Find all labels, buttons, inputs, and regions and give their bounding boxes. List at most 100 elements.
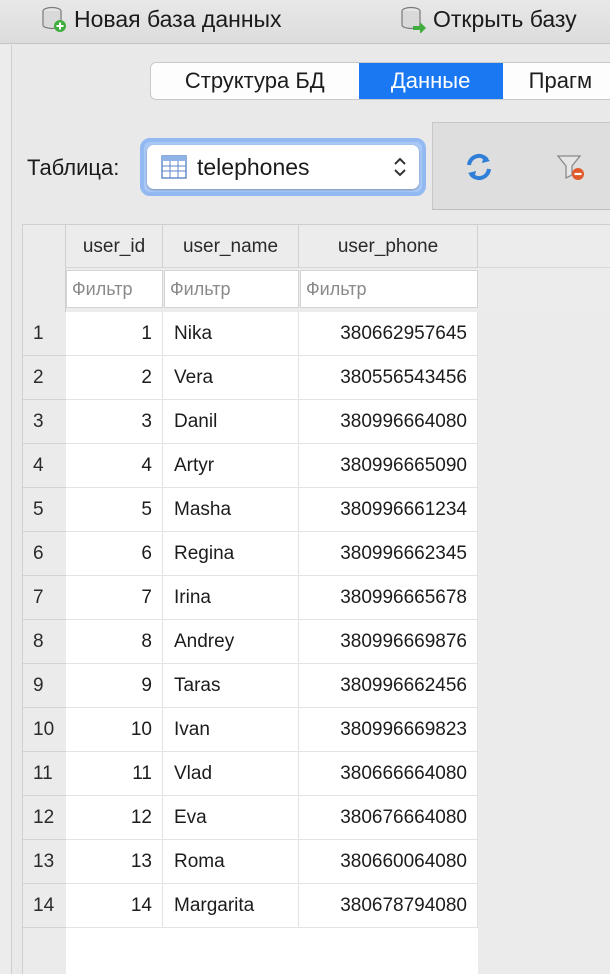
selected-table-name: telephones [197, 153, 310, 180]
open-database-button[interactable]: Открыть базу [399, 4, 577, 34]
row-number[interactable]: 8 [23, 620, 66, 664]
cell-user-phone[interactable]: 380996665678 [299, 576, 478, 620]
table-row[interactable]: 7 Irina 380996665678 [66, 576, 478, 620]
column-header-user-id[interactable]: user_id [66, 225, 163, 268]
row-number[interactable]: 10 [23, 708, 66, 752]
cell-user-name[interactable]: Nika [163, 312, 299, 356]
row-number[interactable]: 12 [23, 796, 66, 840]
cell-user-name[interactable]: Taras [163, 664, 299, 708]
row-number[interactable]: 4 [23, 444, 66, 488]
table-row[interactable]: 6 Regina 380996662345 [66, 532, 478, 576]
cell-user-phone[interactable]: 380676664080 [299, 796, 478, 840]
table-row[interactable]: 4 Artyr 380996665090 [66, 444, 478, 488]
cell-user-phone[interactable]: 380662957645 [299, 312, 478, 356]
cell-user-phone[interactable]: 380666664080 [299, 752, 478, 796]
cell-user-id[interactable]: 8 [66, 620, 163, 664]
table-row[interactable]: 13 Roma 380660064080 [66, 840, 478, 884]
cell-user-name[interactable]: Danil [163, 400, 299, 444]
cell-user-phone[interactable]: 380996669823 [299, 708, 478, 752]
row-number[interactable]: 9 [23, 664, 66, 708]
table-row[interactable]: 11 Vlad 380666664080 [66, 752, 478, 796]
column-header-user-name[interactable]: user_name [163, 225, 299, 268]
cell-user-name[interactable]: Irina [163, 576, 299, 620]
cell-user-name[interactable]: Vlad [163, 752, 299, 796]
row-number[interactable]: 14 [23, 884, 66, 928]
open-database-label: Открыть базу [433, 5, 577, 32]
cell-user-id[interactable]: 5 [66, 488, 163, 532]
table-actions-panel [432, 122, 610, 210]
refresh-icon[interactable] [463, 151, 495, 183]
cell-user-name[interactable]: Ivan [163, 708, 299, 752]
cell-user-phone[interactable]: 380996669876 [299, 620, 478, 664]
new-database-button[interactable]: Новая база данных [40, 4, 282, 34]
cell-user-phone[interactable]: 380996662345 [299, 532, 478, 576]
cell-user-id[interactable]: 3 [66, 400, 163, 444]
cell-user-id[interactable]: 7 [66, 576, 163, 620]
main-toolbar: Новая база данных Открыть базу [0, 0, 610, 44]
new-database-label: Новая база данных [74, 5, 282, 32]
row-number[interactable]: 13 [23, 840, 66, 884]
filter-row: Фильтр Фильтр Фильтр [23, 268, 610, 312]
cell-user-name[interactable]: Vera [163, 356, 299, 400]
cell-user-name[interactable]: Margarita [163, 884, 299, 928]
row-number[interactable]: 5 [23, 488, 66, 532]
cell-user-phone[interactable]: 380660064080 [299, 840, 478, 884]
data-grid: user_id user_name user_phone Фильтр Филь… [22, 224, 610, 974]
cell-user-id[interactable]: 9 [66, 664, 163, 708]
cell-user-name[interactable]: Regina [163, 532, 299, 576]
cell-user-id[interactable]: 11 [66, 752, 163, 796]
cell-user-phone[interactable]: 380996661234 [299, 488, 478, 532]
cell-user-id[interactable]: 13 [66, 840, 163, 884]
row-number[interactable]: 11 [23, 752, 66, 796]
view-tabs: Структура БД Данные Прагм [150, 62, 610, 100]
row-number[interactable]: 1 [23, 312, 66, 356]
table-row[interactable]: 3 Danil 380996664080 [66, 400, 478, 444]
table-row[interactable]: 12 Eva 380676664080 [66, 796, 478, 840]
cell-user-name[interactable]: Andrey [163, 620, 299, 664]
table-row[interactable]: 1 Nika 380662957645 [66, 312, 478, 356]
cell-user-phone[interactable]: 380556543456 [299, 356, 478, 400]
filter-input-user-name[interactable]: Фильтр [164, 270, 299, 308]
database-add-icon [42, 6, 66, 32]
cell-user-id[interactable]: 12 [66, 796, 163, 840]
cell-user-id[interactable]: 2 [66, 356, 163, 400]
table-row[interactable]: 2 Vera 380556543456 [66, 356, 478, 400]
cell-user-name[interactable]: Artyr [163, 444, 299, 488]
row-number[interactable]: 7 [23, 576, 66, 620]
table-label: Таблица: [27, 155, 120, 180]
table-row[interactable]: 14 Margarita 380678794080 [66, 884, 478, 928]
tab-data[interactable]: Данные [358, 63, 503, 99]
cell-user-id[interactable]: 4 [66, 444, 163, 488]
left-panel-edge [0, 45, 12, 974]
table-select[interactable]: telephones [140, 138, 426, 196]
tab-pragmas[interactable]: Прагм [503, 63, 610, 99]
table-selector-row: Таблица: telephones [14, 116, 610, 212]
cell-user-phone[interactable]: 380996665090 [299, 444, 478, 488]
cell-user-name[interactable]: Roma [163, 840, 299, 884]
clear-filter-icon[interactable] [555, 151, 587, 183]
cell-user-id[interactable]: 10 [66, 708, 163, 752]
row-number[interactable]: 3 [23, 400, 66, 444]
grid-corner [23, 225, 66, 312]
cell-user-name[interactable]: Eva [163, 796, 299, 840]
filter-input-user-id[interactable]: Фильтр [66, 270, 163, 308]
table-row[interactable]: 10 Ivan 380996669823 [66, 708, 478, 752]
cell-user-id[interactable]: 6 [66, 532, 163, 576]
cell-user-name[interactable]: Masha [163, 488, 299, 532]
cell-user-id[interactable]: 14 [66, 884, 163, 928]
cell-user-phone[interactable]: 380996662456 [299, 664, 478, 708]
cell-user-phone[interactable]: 380996664080 [299, 400, 478, 444]
row-number[interactable]: 6 [23, 532, 66, 576]
database-open-icon [401, 6, 426, 33]
cell-user-phone[interactable]: 380678794080 [299, 884, 478, 928]
filter-input-user-phone[interactable]: Фильтр [300, 270, 478, 308]
table-row[interactable]: 5 Masha 380996661234 [66, 488, 478, 532]
column-header-user-phone[interactable]: user_phone [299, 225, 478, 268]
row-number[interactable]: 2 [23, 356, 66, 400]
table-row[interactable]: 9 Taras 380996662456 [66, 664, 478, 708]
table-select-field[interactable]: telephones [147, 145, 419, 189]
cell-user-id[interactable]: 1 [66, 312, 163, 356]
table-row[interactable]: 8 Andrey 380996669876 [66, 620, 478, 664]
tab-structure[interactable]: Структура БД [151, 63, 359, 99]
grid-header: user_id user_name user_phone [23, 225, 610, 268]
